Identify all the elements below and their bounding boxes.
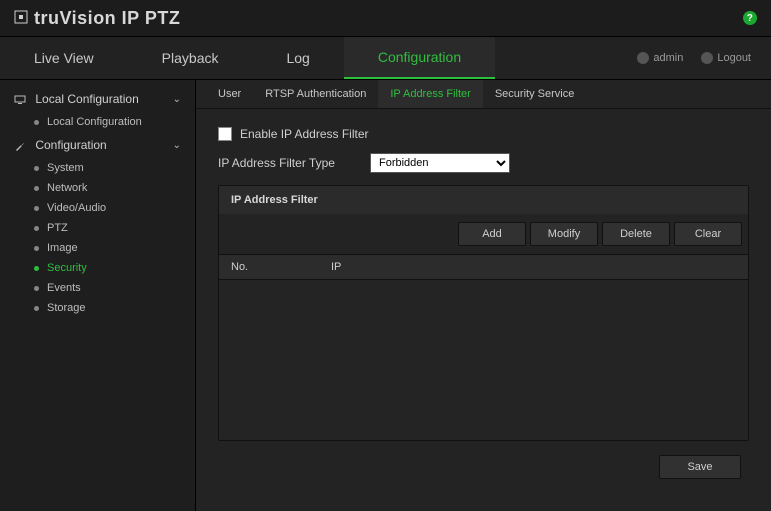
ip-table-body xyxy=(219,280,748,440)
sidebar-item-label: Network xyxy=(47,182,87,194)
nav-tab-log[interactable]: Log xyxy=(252,37,343,79)
add-button[interactable]: Add xyxy=(458,222,526,246)
save-button[interactable]: Save xyxy=(659,455,741,479)
sidebar-group-configuration[interactable]: Configuration ⌄ xyxy=(0,132,195,158)
ip-filter-toolbar: Add Modify Delete Clear xyxy=(219,214,748,254)
sidebar: Local Configuration ⌄ Local Configuratio… xyxy=(0,80,196,511)
nav-tab-configuration[interactable]: Configuration xyxy=(344,37,495,79)
sidebar-item-label: Security xyxy=(47,262,87,274)
sidebar-item-label: Storage xyxy=(47,302,86,314)
panel-footer: Save xyxy=(218,441,749,493)
ip-table-header: No. IP xyxy=(219,254,748,280)
wrench-icon xyxy=(14,140,26,152)
sidebar-item-label: Events xyxy=(47,282,81,294)
sidebar-item-events[interactable]: Events xyxy=(0,278,195,298)
enable-ip-filter-label: Enable IP Address Filter xyxy=(240,127,369,141)
sidebar-group-local-configuration[interactable]: Local Configuration ⌄ xyxy=(0,86,195,112)
sidebar-group-label: Local Configuration xyxy=(35,92,138,106)
sidebar-group-label: Configuration xyxy=(35,138,106,152)
sidebar-item-label: System xyxy=(47,162,84,174)
sidebar-item-label: PTZ xyxy=(47,222,68,234)
sidebar-item-ptz[interactable]: PTZ xyxy=(0,218,195,238)
nav-user-link[interactable]: admin xyxy=(637,52,683,64)
chevron-down-icon: ⌄ xyxy=(173,94,181,105)
col-no: No. xyxy=(231,261,331,273)
enable-ip-filter-checkbox[interactable] xyxy=(218,127,232,141)
ip-filter-box: IP Address Filter Add Modify Delete Clea… xyxy=(218,185,749,441)
delete-button[interactable]: Delete xyxy=(602,222,670,246)
ip-filter-panel: Enable IP Address Filter IP Address Filt… xyxy=(196,109,771,511)
sidebar-item-image[interactable]: Image xyxy=(0,238,195,258)
logout-icon xyxy=(701,52,713,64)
subtab-rtsp-authentication[interactable]: RTSP Authentication xyxy=(253,80,378,108)
help-icon[interactable]: ? xyxy=(743,11,757,25)
main-nav: Live View Playback Log Configuration adm… xyxy=(0,37,771,80)
nav-logout-label: Logout xyxy=(717,52,751,64)
monitor-icon xyxy=(14,94,26,106)
nav-tab-live-view[interactable]: Live View xyxy=(0,37,128,79)
sidebar-item-label: Image xyxy=(47,242,78,254)
sidebar-item-label: Local Configuration xyxy=(47,116,142,128)
filter-type-select[interactable]: Forbidden xyxy=(370,153,510,173)
subtabs: User RTSP Authentication IP Address Filt… xyxy=(196,80,771,109)
modify-button[interactable]: Modify xyxy=(530,222,598,246)
content-area: User RTSP Authentication IP Address Filt… xyxy=(196,80,771,511)
nav-tab-playback[interactable]: Playback xyxy=(128,37,253,79)
subtab-user[interactable]: User xyxy=(206,80,253,108)
sidebar-item-label: Video/Audio xyxy=(47,202,106,214)
subtab-ip-address-filter[interactable]: IP Address Filter xyxy=(378,80,483,108)
brand-logo-icon xyxy=(14,8,28,29)
brand-bar: truVision IP PTZ ? xyxy=(0,0,771,37)
filter-type-label: IP Address Filter Type xyxy=(218,156,348,170)
brand-name: truVision IP PTZ xyxy=(34,8,180,29)
ip-filter-title: IP Address Filter xyxy=(219,186,748,214)
sidebar-item-network[interactable]: Network xyxy=(0,178,195,198)
sidebar-item-system[interactable]: System xyxy=(0,158,195,178)
sidebar-item-video-audio[interactable]: Video/Audio xyxy=(0,198,195,218)
chevron-down-icon: ⌄ xyxy=(173,140,181,151)
nav-user-area: admin Logout xyxy=(637,37,771,79)
sidebar-item-storage[interactable]: Storage xyxy=(0,298,195,318)
nav-user-label: admin xyxy=(653,52,683,64)
nav-logout-link[interactable]: Logout xyxy=(701,52,751,64)
user-icon xyxy=(637,52,649,64)
col-ip: IP xyxy=(331,261,736,273)
sidebar-item-local-configuration[interactable]: Local Configuration xyxy=(0,112,195,132)
sidebar-item-security[interactable]: Security xyxy=(0,258,195,278)
clear-button[interactable]: Clear xyxy=(674,222,742,246)
subtab-security-service[interactable]: Security Service xyxy=(483,80,586,108)
